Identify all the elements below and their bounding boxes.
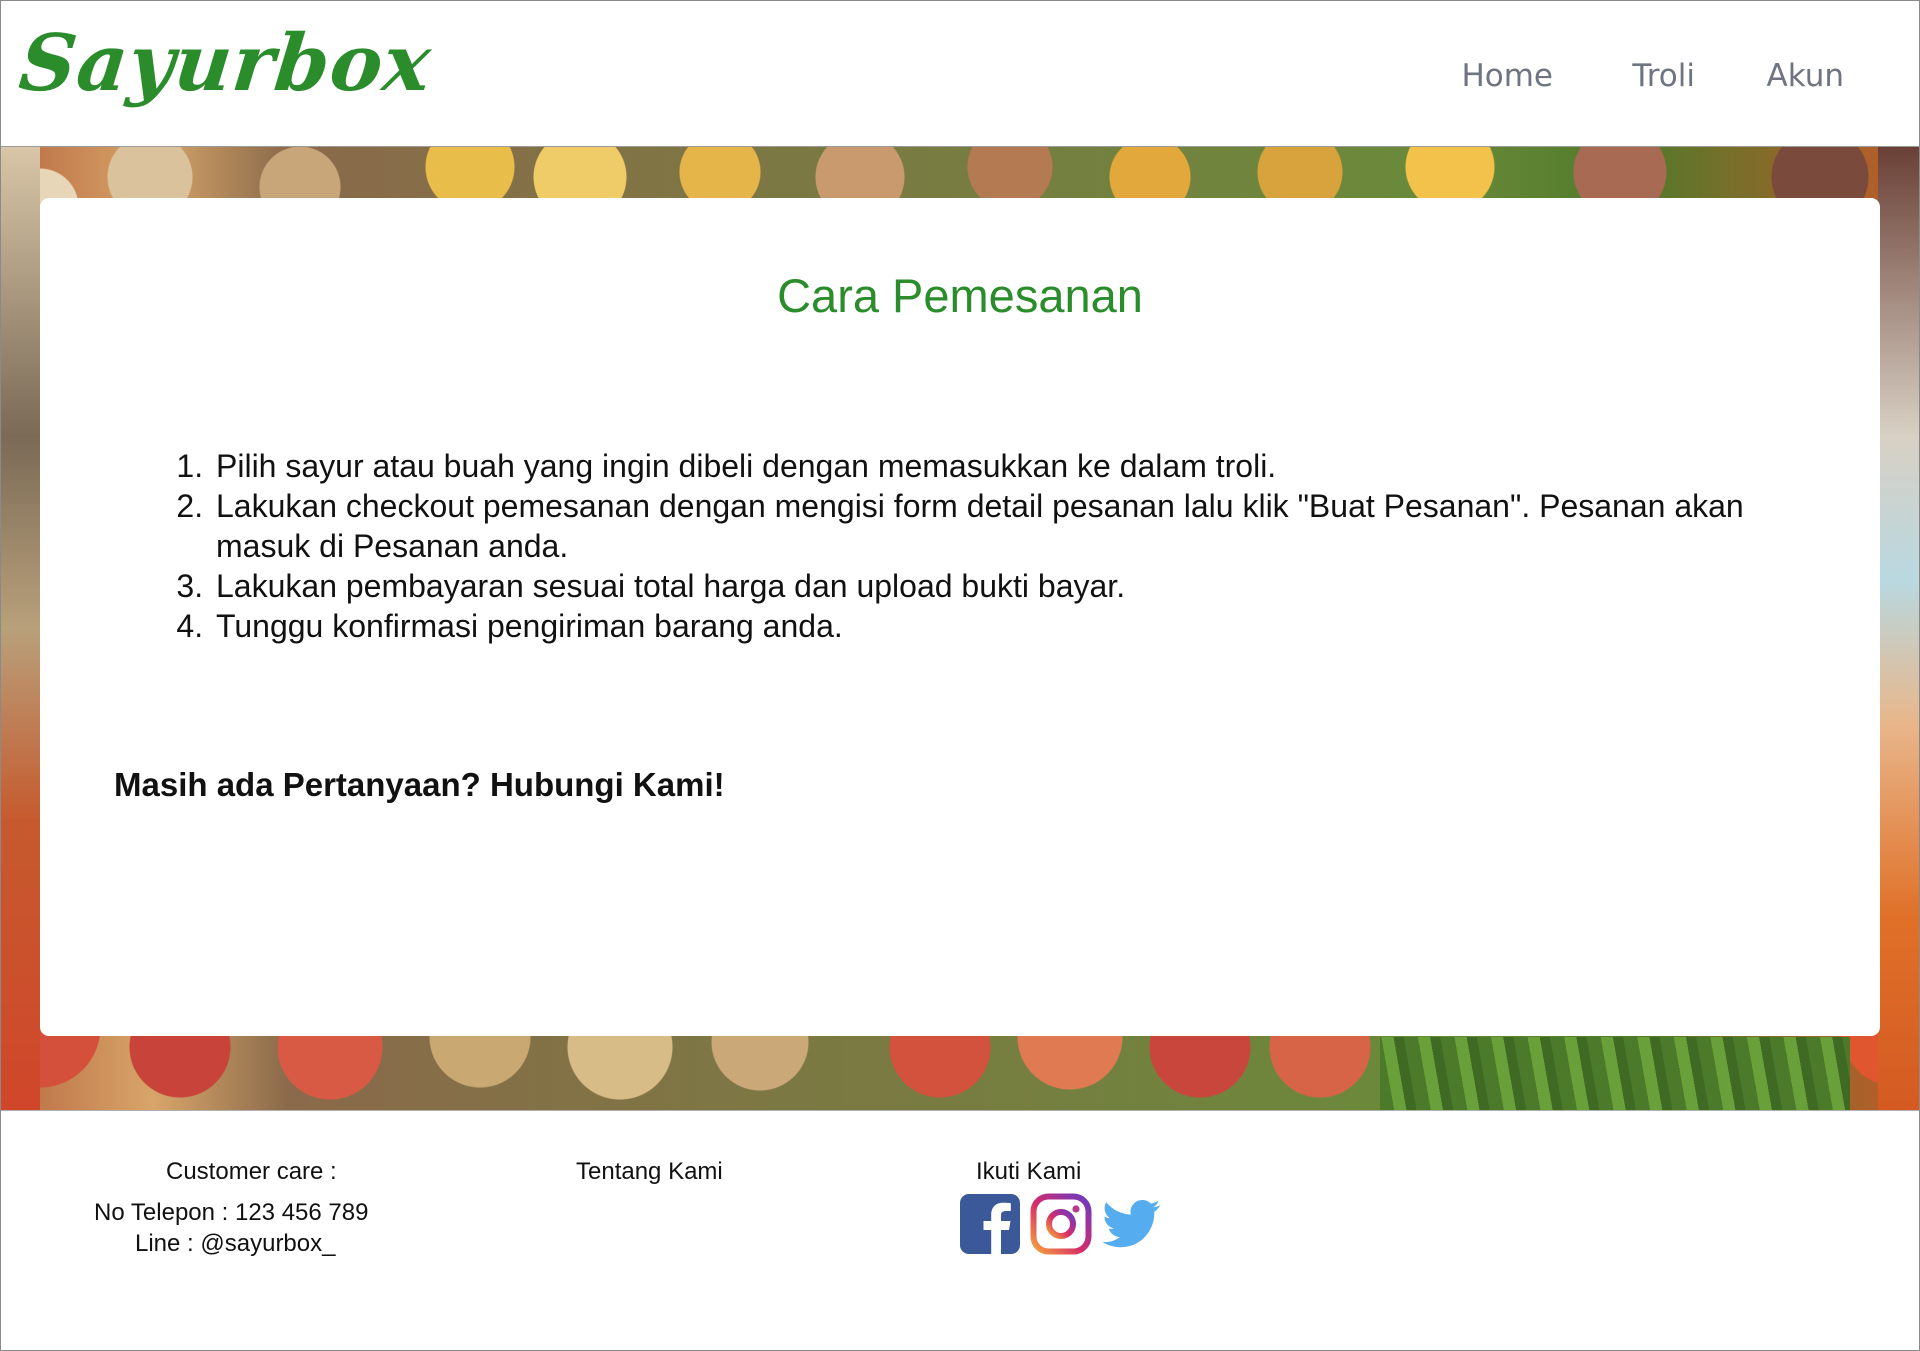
- order-step: Pilih sayur atau buah yang ingin dibeli …: [212, 446, 1812, 486]
- order-step: Tunggu konfirmasi pengiriman barang anda…: [212, 606, 1812, 646]
- background-greens: [1380, 1037, 1850, 1110]
- phone-number: No Telepon : 123 456 789: [94, 1199, 369, 1226]
- nav-account-link[interactable]: Akun: [1767, 58, 1845, 94]
- contact-cta: Masih ada Pertanyaan? Hubungi Kami!: [114, 766, 725, 803]
- order-steps-list: Pilih sayur atau buah yang ingin dibeli …: [172, 446, 1812, 646]
- line-id: Line : @sayurbox_: [135, 1230, 336, 1257]
- instagram-icon[interactable]: [1030, 1193, 1092, 1255]
- nav-cart-link[interactable]: Troli: [1632, 58, 1695, 94]
- facebook-icon[interactable]: [959, 1193, 1021, 1255]
- page-title: Cara Pemesanan: [777, 269, 1143, 322]
- brand-logo[interactable]: Sayurbox: [15, 18, 436, 109]
- background-edge-left: [0, 147, 40, 1110]
- nav-home-link[interactable]: Home: [1461, 58, 1553, 94]
- twitter-icon[interactable]: [1100, 1193, 1162, 1255]
- follow-us-heading: Ikuti Kami: [976, 1158, 1082, 1185]
- site-header: Sayurbox Home Troli Akun: [0, 0, 1920, 147]
- about-us-link[interactable]: Tentang Kami: [576, 1158, 723, 1186]
- site-footer: Customer care : No Telepon : 123 456 789…: [0, 1110, 1920, 1351]
- order-step: Lakukan checkout pemesanan dengan mengis…: [212, 486, 1812, 566]
- order-step: Lakukan pembayaran sesuai total harga da…: [212, 566, 1812, 606]
- background-edge-right: [1878, 147, 1920, 1110]
- order-guide-card: Cara Pemesanan Pilih sayur atau buah yan…: [40, 198, 1880, 1036]
- customer-care-heading: Customer care :: [166, 1158, 337, 1185]
